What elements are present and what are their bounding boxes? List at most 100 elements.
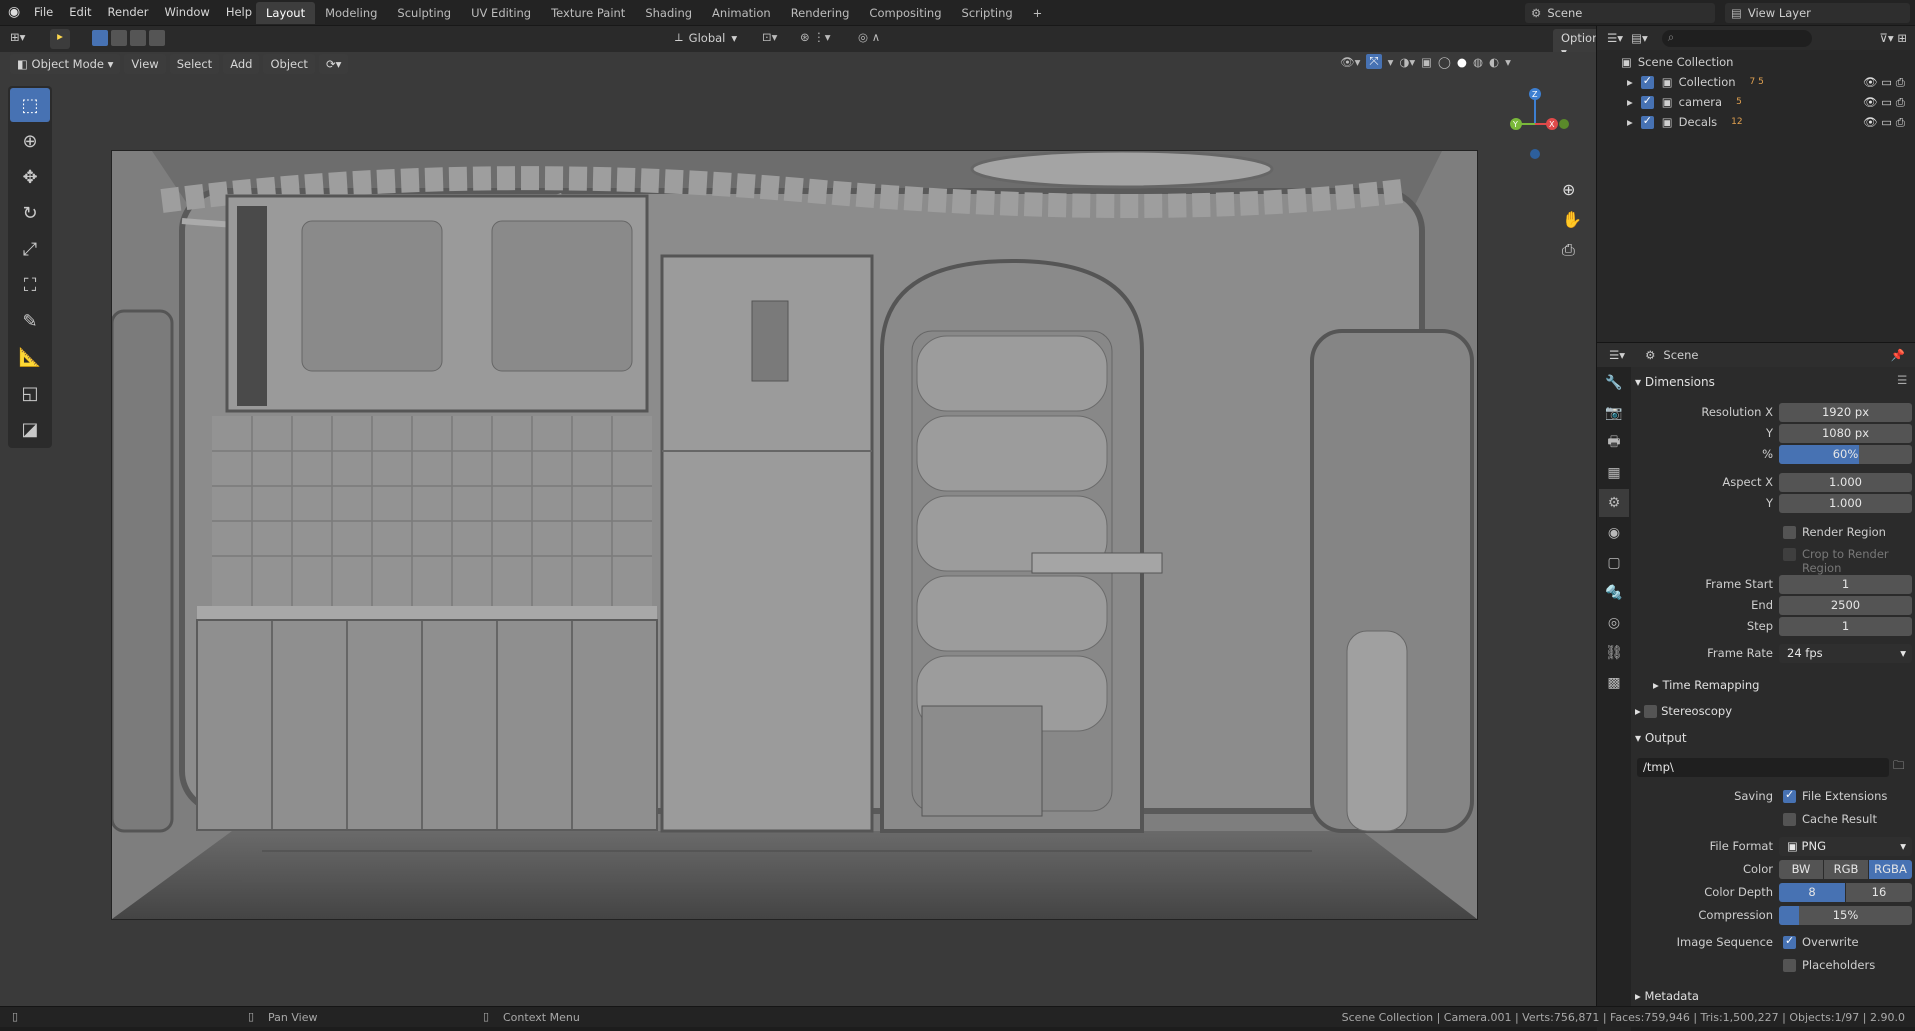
- camera-view-icon[interactable]: ⎙: [1562, 240, 1575, 260]
- tab-uv-editing[interactable]: UV Editing: [461, 2, 541, 24]
- list-icon[interactable]: ☰: [1897, 373, 1907, 387]
- outliner-row[interactable]: ▸ ▣ Decals 12 👁 ▭ ⎙: [1597, 112, 1915, 132]
- include-checkbox[interactable]: [1640, 94, 1654, 109]
- metadata-panel-header[interactable]: ▸ Metadata: [1635, 989, 1699, 1003]
- pin-icon[interactable]: 📌: [1891, 348, 1905, 362]
- move-icon[interactable]: ✥: [10, 160, 50, 194]
- tab-sculpting[interactable]: Sculpting: [387, 2, 461, 24]
- proportional-edit-icon[interactable]: ◎ ∧: [858, 30, 880, 44]
- file-format-dropdown[interactable]: ▣ PNG ▾: [1779, 837, 1912, 856]
- menu-edit[interactable]: Edit: [61, 5, 99, 19]
- resolution-pct-slider[interactable]: 60%: [1779, 445, 1912, 464]
- transform-icon[interactable]: ⟳▾: [318, 54, 349, 74]
- crop-checkbox[interactable]: [1783, 548, 1796, 561]
- cache-result-checkbox[interactable]: [1783, 813, 1796, 826]
- hand-pan-icon[interactable]: ✋: [1562, 210, 1582, 229]
- mode-selector[interactable]: ◧ Object Mode ▾: [10, 54, 121, 74]
- aspect-x-field[interactable]: 1.000: [1779, 473, 1912, 492]
- select-menu[interactable]: Select: [169, 54, 220, 74]
- xray-icon[interactable]: ▣: [1421, 55, 1432, 69]
- editor-type-icon[interactable]: ☰▾: [1609, 348, 1625, 362]
- tab-texture-paint[interactable]: Texture Paint: [541, 2, 635, 24]
- expand-icon[interactable]: ▸: [1627, 75, 1633, 89]
- compression-slider[interactable]: 15%: [1779, 906, 1912, 925]
- rotate-icon[interactable]: ↻: [10, 196, 50, 230]
- visibility-icons[interactable]: 👁 ▭ ⎙: [1863, 95, 1905, 110]
- expand-icon[interactable]: ▸: [1627, 95, 1633, 109]
- view-layer-tab-icon[interactable]: ▦: [1599, 459, 1629, 487]
- scene-selector[interactable]: ⚙ Scene: [1525, 3, 1715, 23]
- select-tool-icon[interactable]: ▸: [50, 29, 70, 49]
- color-rgba-button[interactable]: RGBA: [1869, 860, 1912, 879]
- navigation-gizmo[interactable]: Z X Y: [1500, 84, 1570, 164]
- tab-shading[interactable]: Shading: [635, 2, 702, 24]
- color-depth-16-button[interactable]: 16: [1846, 883, 1912, 902]
- blender-logo-icon[interactable]: ◉: [8, 4, 20, 20]
- tab-layout[interactable]: Layout: [256, 2, 316, 24]
- zoom-icon[interactable]: ⊕: [1562, 180, 1575, 199]
- solid-shading-icon[interactable]: ●: [1457, 55, 1467, 69]
- constraint-tab-icon[interactable]: ⛓: [1599, 639, 1629, 667]
- extrude-icon[interactable]: ◪: [10, 412, 50, 446]
- scale-icon[interactable]: ⤢: [10, 232, 50, 266]
- selection-mode-icons[interactable]: [92, 30, 165, 46]
- overwrite-checkbox[interactable]: [1783, 934, 1796, 949]
- material-shading-icon[interactable]: ◍: [1473, 55, 1483, 69]
- physics-tab-icon[interactable]: ◎: [1599, 609, 1629, 637]
- time-remapping-subpanel[interactable]: ▸ Time Remapping: [1653, 678, 1759, 692]
- visibility-icons[interactable]: 👁 ▭ ⎙: [1863, 75, 1905, 90]
- menu-render[interactable]: Render: [100, 5, 157, 19]
- tool-tab-icon[interactable]: 🔧: [1599, 369, 1629, 397]
- overlay-icon[interactable]: ◑▾: [1399, 55, 1415, 69]
- view-menu[interactable]: View: [124, 54, 166, 74]
- visibility-icons[interactable]: 👁 ▭ ⎙: [1863, 115, 1905, 130]
- stereoscopy-panel-header[interactable]: ▸ Stereoscopy: [1635, 704, 1732, 718]
- editor-type-icon[interactable]: ☰▾: [1607, 31, 1623, 45]
- display-mode-icon[interactable]: ▤▾: [1631, 31, 1648, 45]
- add-cube-icon[interactable]: ◱: [10, 376, 50, 410]
- include-checkbox[interactable]: [1640, 114, 1654, 129]
- pivot-icon[interactable]: ⊡▾: [762, 30, 777, 44]
- menu-window[interactable]: Window: [156, 5, 217, 19]
- gizmo-dropdown-icon[interactable]: ▾: [1388, 55, 1394, 69]
- include-checkbox[interactable]: [1640, 74, 1654, 89]
- placeholders-checkbox[interactable]: [1783, 959, 1796, 972]
- editor-type-icon[interactable]: ⊞▾: [10, 30, 25, 44]
- output-tab-icon[interactable]: 🖶: [1599, 429, 1629, 457]
- gizmo-icon[interactable]: ⤧: [1366, 54, 1382, 69]
- tab-compositing[interactable]: Compositing: [859, 2, 951, 24]
- snap-icon[interactable]: ⊛ ⋮▾: [800, 30, 831, 44]
- frame-start-field[interactable]: 1: [1779, 575, 1912, 594]
- color-bw-button[interactable]: BW: [1779, 860, 1823, 879]
- resolution-x-field[interactable]: 1920 px: [1779, 403, 1912, 422]
- stereoscopy-checkbox[interactable]: [1644, 705, 1658, 718]
- menu-help[interactable]: Help: [218, 5, 260, 19]
- tab-scripting[interactable]: Scripting: [952, 2, 1023, 24]
- annotate-icon[interactable]: ✎: [10, 304, 50, 338]
- color-rgb-button[interactable]: RGB: [1824, 860, 1868, 879]
- transform-tool-icon[interactable]: ⛶: [10, 268, 50, 302]
- menu-file[interactable]: File: [26, 5, 61, 19]
- measure-icon[interactable]: 📐: [10, 340, 50, 374]
- expand-icon[interactable]: ▸: [1627, 115, 1633, 129]
- outliner-row[interactable]: ▸ ▣ Collection 7 5 👁 ▭ ⎙: [1597, 72, 1915, 92]
- filter-icon[interactable]: ⊽▾ ⊞: [1880, 31, 1907, 45]
- add-menu[interactable]: Add: [223, 54, 260, 74]
- tab-animation[interactable]: Animation: [702, 2, 781, 24]
- frame-step-field[interactable]: 1: [1779, 617, 1912, 636]
- tab-rendering[interactable]: Rendering: [781, 2, 860, 24]
- folder-icon[interactable]: 🗀: [1893, 758, 1905, 777]
- dimensions-panel-header[interactable]: ▾ Dimensions: [1635, 375, 1715, 389]
- frame-rate-dropdown[interactable]: 24 fps ▾: [1779, 644, 1912, 663]
- outliner-scene-collection[interactable]: ▣ Scene Collection: [1597, 52, 1915, 72]
- color-depth-8-button[interactable]: 8: [1779, 883, 1845, 902]
- view-layer-selector[interactable]: ▤ View Layer: [1725, 3, 1910, 23]
- aspect-y-field[interactable]: 1.000: [1779, 494, 1912, 513]
- output-panel-header[interactable]: ▾ Output: [1635, 731, 1687, 745]
- wireframe-shading-icon[interactable]: ◯: [1438, 55, 1451, 69]
- render-region-checkbox[interactable]: [1783, 526, 1796, 539]
- transform-orientation[interactable]: ⟂ Global ▾: [675, 30, 737, 45]
- tab-modeling[interactable]: Modeling: [315, 2, 387, 24]
- outliner-search-input[interactable]: ⌕: [1661, 29, 1812, 47]
- output-path-input[interactable]: /tmp\: [1637, 758, 1889, 777]
